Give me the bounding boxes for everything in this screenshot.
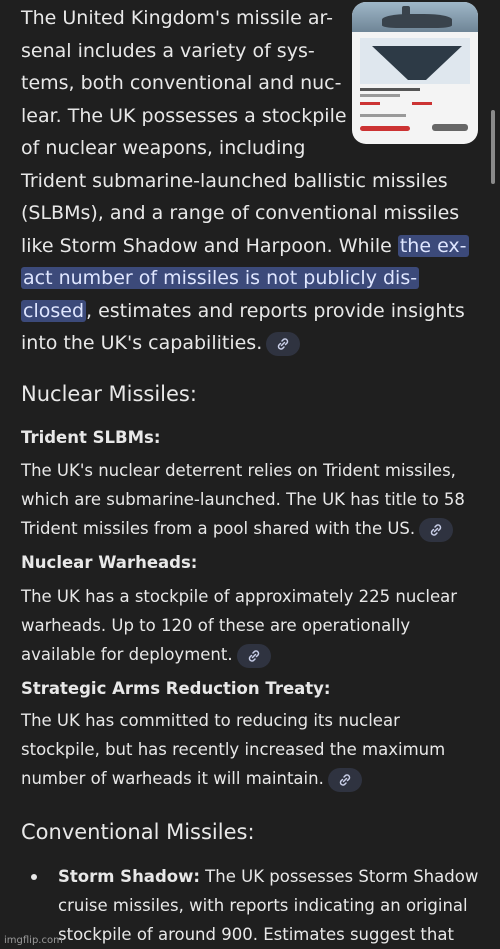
section-heading-nuclear: Nuclear Missiles: <box>21 382 197 406</box>
paragraph-line: warheads. Up to 120 of these are operati… <box>21 616 411 635</box>
thumbnail-submarine <box>382 14 452 28</box>
bullet-text: Storm Shadow: The UK possesses Storm Sha… <box>58 862 478 949</box>
watermark: imgflip.com <box>4 935 63 946</box>
bullet-line: stockpile of around 900. Estimates sugge… <box>58 925 454 944</box>
intro-line-text: like Storm Shadow and Harpoon. While <box>21 234 398 257</box>
paragraph-line-text: available for deployment. <box>21 645 233 664</box>
paragraph-line: number of warheads it will maintain. <box>21 764 445 793</box>
intro-line-with-highlight: closed, estimates and reports provide in… <box>21 295 481 328</box>
bullet-line: cruise missiles, with reports indicating… <box>58 896 468 915</box>
scrollbar[interactable] <box>491 110 495 184</box>
link-icon <box>278 337 289 350</box>
paragraph-line: The UK's nuclear deterrent relies on Tri… <box>21 461 456 480</box>
paragraph-line: The UK has committed to reducing its nuc… <box>21 711 400 730</box>
paragraph-line: stockpile, but has recently increased th… <box>21 740 446 759</box>
paragraph-line: available for deployment. <box>21 640 457 669</box>
intro-line-with-highlight: like Storm Shadow and Harpoon. While the… <box>21 230 481 263</box>
bullet-line: Storm Shadow: The UK possesses Storm Sha… <box>58 862 478 891</box>
highlighted-text[interactable]: closed <box>21 299 86 322</box>
source-link-button[interactable] <box>236 643 271 668</box>
intro-line: Trident submarine-launched ballistic mis… <box>21 169 448 192</box>
link-icon <box>339 773 351 786</box>
intro-last-line-text: into the UK's capabilities. <box>21 332 263 354</box>
section-heading-conventional: Conventional Missiles: <box>21 820 255 844</box>
paragraph-line: The UK has a stockpile of approximately … <box>21 587 457 606</box>
paragraph-line-text: Trident missiles from a pool shared with… <box>21 519 416 538</box>
intro-line-text: , estimates and reports provide insights <box>86 299 465 322</box>
thumbnail-text <box>360 114 406 117</box>
subheading-warheads: Nuclear Warheads: <box>21 553 198 572</box>
warheads-paragraph: The UK has a stockpile of approximately … <box>21 582 457 669</box>
highlighted-text[interactable]: act number of missiles is not publicly d… <box>21 267 420 289</box>
treaty-paragraph: The UK has committed to reducing its nuc… <box>21 706 445 793</box>
infographic-thumbnail[interactable] <box>352 2 478 144</box>
link-icon <box>248 649 259 662</box>
bullet-line-text: The UK possesses Storm Shadow <box>199 867 479 886</box>
intro-line: (SLBMs), and a range of conventional mis… <box>21 202 460 224</box>
trident-paragraph: The UK's nuclear deterrent relies on Tri… <box>21 456 465 543</box>
thumbnail-missile <box>360 126 410 131</box>
bullet-dot <box>31 874 37 880</box>
paragraph-line-text: number of warheads it will maintain. <box>21 769 324 788</box>
subheading-trident: Trident SLBMs: <box>21 428 161 447</box>
paragraph-line: which are submarine-launched. The UK has… <box>21 490 465 509</box>
link-icon <box>430 523 442 536</box>
intro-line: into the UK's capabilities. <box>21 327 481 360</box>
answer-content: The United Kingdom's missile ar- senal i… <box>21 0 481 944</box>
thumbnail-text <box>360 94 400 97</box>
highlighted-text[interactable]: the ex- <box>397 234 469 257</box>
source-link-button[interactable] <box>327 767 362 792</box>
source-link-button[interactable] <box>266 331 301 356</box>
thumbnail-marker <box>412 102 432 105</box>
thumbnail-text <box>360 88 420 91</box>
subheading-treaty: Strategic Arms Reduction Treaty: <box>21 679 331 698</box>
thumbnail-marker <box>360 102 380 105</box>
paragraph-line: Trident missiles from a pool shared with… <box>21 514 465 543</box>
intro-line-with-highlight: act number of missiles is not publicly d… <box>21 262 481 295</box>
source-link-button[interactable] <box>419 517 454 542</box>
intro-paragraph: The United Kingdom's missile ar- senal i… <box>21 2 481 360</box>
thumbnail-aircraft <box>432 124 468 131</box>
bullet-term: Storm Shadow: <box>58 867 200 886</box>
